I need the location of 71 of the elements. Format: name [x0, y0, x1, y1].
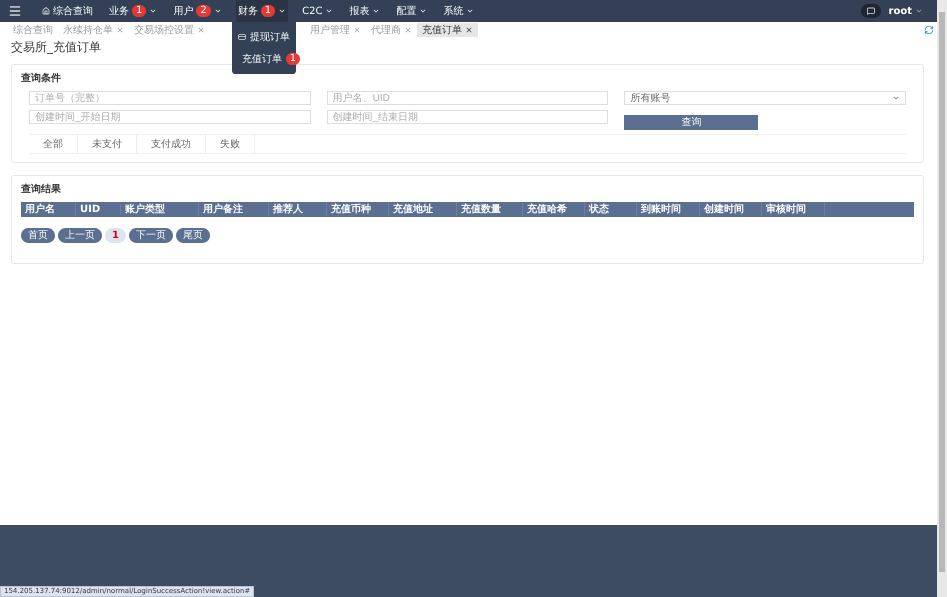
pager-button[interactable]: 首页	[21, 228, 55, 242]
column-header: 用户名	[21, 202, 76, 216]
menu-icon[interactable]	[8, 4, 22, 18]
caret-icon	[372, 7, 380, 15]
user-menu[interactable]: root	[888, 6, 923, 16]
caret-icon	[149, 7, 158, 15]
count-badge: 1	[286, 53, 300, 65]
column-header: 状态	[585, 202, 637, 216]
column-header: 到账时间	[637, 202, 700, 216]
input-field[interactable]: 订单号（完整）	[29, 91, 311, 105]
count-badge: 1	[260, 5, 276, 17]
nav-label: C2C	[302, 6, 322, 16]
pager-button[interactable]: 上一页	[58, 228, 102, 242]
column-header: 用户备注	[199, 202, 269, 216]
status-tab[interactable]: 未支付	[78, 134, 137, 152]
panel-title: 查询条件	[21, 72, 62, 85]
dropdown-label: 充值订单	[242, 52, 282, 66]
chat-button[interactable]	[860, 4, 881, 18]
caret-icon	[915, 7, 923, 15]
nav-menu-item[interactable]: 报表	[347, 0, 382, 22]
status-tab[interactable]: 失败	[206, 134, 255, 152]
nav-label: 用户	[173, 4, 194, 18]
pager-button[interactable]: 尾页	[176, 228, 210, 242]
nav-label: 财务	[238, 4, 258, 18]
column-header: 充值币种	[327, 202, 389, 216]
close-icon[interactable]	[465, 26, 473, 34]
query-button[interactable]: 查询	[624, 114, 758, 130]
nav-label: 系统	[443, 4, 464, 18]
caret-icon	[892, 94, 900, 102]
nav-menu-item[interactable]: C2C	[300, 0, 336, 22]
nav-label: 综合查询	[53, 4, 93, 18]
input-field[interactable]: 创建时间_结束日期	[326, 110, 608, 124]
nav-label: 报表	[349, 4, 370, 18]
nav-label: 配置	[396, 4, 416, 18]
home-icon	[42, 7, 50, 15]
column-header: 创建时间	[700, 202, 762, 216]
caret-icon	[214, 7, 222, 15]
nav-menu-item[interactable]: 系统	[441, 0, 476, 22]
panel-title: 查询结果	[21, 182, 62, 196]
column-header: 充值地址	[389, 202, 457, 216]
chat-icon	[866, 7, 875, 15]
card-icon	[238, 32, 246, 42]
caret-icon	[419, 7, 428, 15]
dropdown-label: 提现订单	[250, 30, 290, 44]
pager-button[interactable]: 1	[105, 228, 126, 242]
refresh-icon[interactable]	[924, 25, 934, 35]
input-field[interactable]: 用户名、UID	[326, 91, 608, 105]
status-tab[interactable]: 支付成功	[137, 134, 206, 152]
caret-icon	[278, 7, 286, 15]
nav-menu-item[interactable]: 用户 2	[171, 0, 224, 22]
pager-button[interactable]: 下一页	[128, 228, 173, 242]
status-tab[interactable]: 全部	[29, 134, 78, 152]
column-header: UID	[76, 204, 121, 214]
page-tab[interactable]: 充值订单	[417, 23, 478, 37]
column-header: 推荐人	[269, 202, 327, 216]
scrollbar[interactable]	[937, 0, 947, 597]
nav-menu-item[interactable]: 配置	[394, 0, 430, 22]
caret-icon	[466, 7, 474, 15]
column-header: 充值数量	[457, 202, 523, 216]
caret-icon	[325, 7, 334, 15]
column-header: 审核时间	[762, 202, 825, 216]
count-badge: 1	[132, 5, 146, 17]
nav-label: 业务	[109, 4, 129, 18]
account-select[interactable]: 所有账号	[624, 91, 906, 105]
page-title: 交易所_充值订单	[11, 39, 101, 56]
count-badge: 2	[196, 5, 211, 17]
column-header: 账户类型	[121, 202, 199, 216]
nav-menu-item[interactable]: 业务 1	[107, 0, 160, 22]
input-field[interactable]: 创建时间_开始日期	[29, 110, 311, 124]
nav-menu-item[interactable]: 综合查询	[40, 0, 95, 22]
column-header: 充值哈希	[523, 202, 585, 216]
